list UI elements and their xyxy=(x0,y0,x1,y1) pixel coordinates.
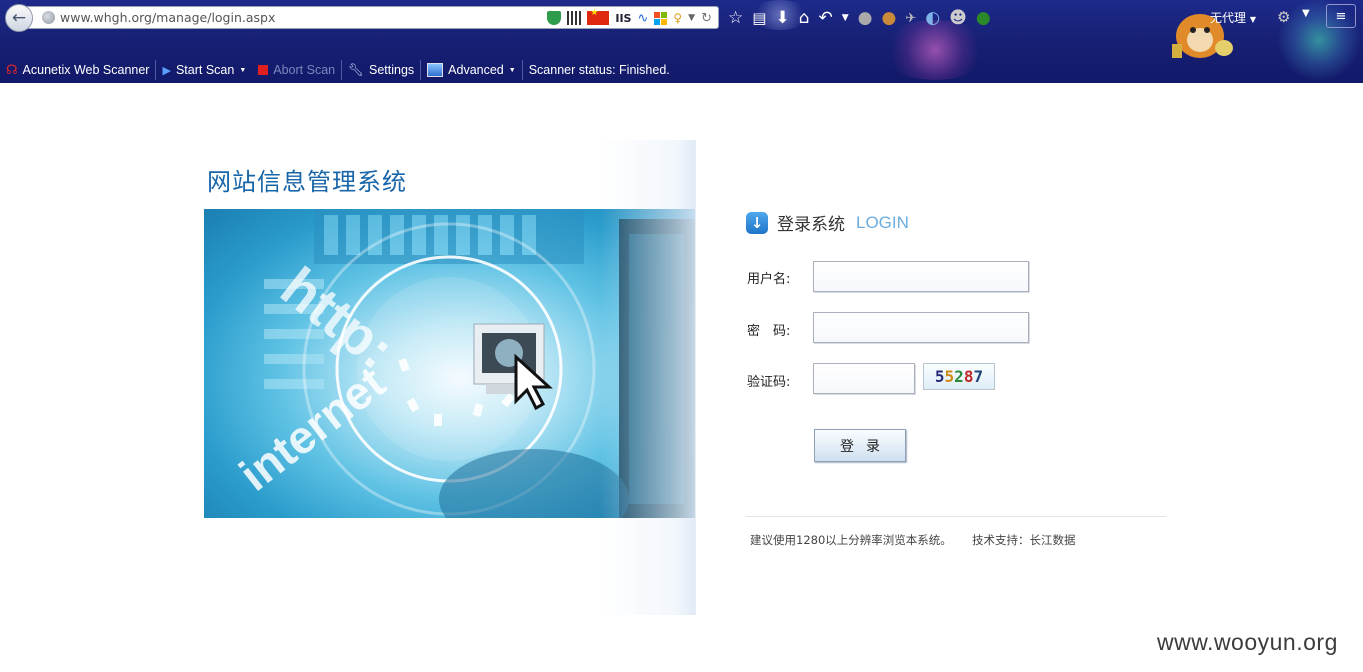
login-button[interactable]: 登录 xyxy=(814,429,906,462)
wooyun-watermark: www.wooyun.org xyxy=(1157,629,1338,655)
login-title-en: LOGIN xyxy=(856,212,909,232)
chevron-down-icon: ▼ xyxy=(239,66,247,74)
chevron-down-icon: ▼ xyxy=(508,66,516,74)
advanced-icon xyxy=(427,63,444,77)
globe-switch-icon[interactable]: ◐ xyxy=(925,8,940,28)
play-icon: ▶ xyxy=(162,64,171,77)
captcha-digit: 7 xyxy=(973,367,984,386)
address-text[interactable]: www.whgh.org/manage/login.aspx xyxy=(60,10,275,25)
download-icon[interactable]: ⬇ xyxy=(775,8,789,28)
arrow-down-icon: ↓ xyxy=(746,211,768,234)
login-title: 登录系统 xyxy=(777,215,845,235)
username-label: 用户名: xyxy=(747,272,791,287)
start-scan-button[interactable]: ▶ Start Scan ▼ xyxy=(156,60,252,80)
acunetix-brand[interactable]: ☊ Acunetix Web Scanner xyxy=(0,60,155,80)
cookie-icon[interactable]: ● xyxy=(882,8,897,28)
wrench-icon: 🔧︎ xyxy=(348,62,364,77)
tech-support-note: 技术支持：长江数据 xyxy=(972,533,1076,547)
browser-toolbar: ☆ ▤ ⬇ ⌂ ↶ ▼ ● ● ✈ ◐ ☻ ● xyxy=(728,6,991,30)
iis-server-badge: IIS xyxy=(615,11,632,25)
browser-chrome: ← www.whgh.org/manage/login.aspx IIS ∿ ♀… xyxy=(0,0,1363,83)
undo-icon[interactable]: ↶ xyxy=(818,8,832,28)
scanner-status: Scanner status: Finished. xyxy=(523,60,676,80)
address-field[interactable]: www.whgh.org/manage/login.aspx IIS ∿ ♀ ▼… xyxy=(21,6,719,29)
abort-scan-label: Abort Scan xyxy=(273,63,336,77)
username-input[interactable] xyxy=(813,261,1029,292)
settings-button[interactable]: 🔧︎ Settings xyxy=(342,60,420,80)
captcha-digit: 5 xyxy=(934,367,945,386)
footer-divider xyxy=(746,516,1166,517)
url-bar: ← www.whgh.org/manage/login.aspx IIS ∿ ♀… xyxy=(5,4,719,32)
captcha-digit: 5 xyxy=(944,367,955,386)
panel-divider xyxy=(695,140,696,615)
green-ball-icon[interactable]: ● xyxy=(976,8,991,28)
shield-icon[interactable] xyxy=(547,11,562,25)
password-input[interactable] xyxy=(813,312,1029,343)
settings-label: Settings xyxy=(368,63,415,77)
gear-icon[interactable]: ⚙ xyxy=(1277,8,1290,26)
page-title: 网站信息管理系统 xyxy=(207,168,407,196)
extension-icon[interactable]: ● xyxy=(858,8,873,28)
dropdown-icon[interactable]: ▼ xyxy=(842,13,849,23)
menu-icon[interactable]: ▼ xyxy=(1302,8,1310,19)
dropdown-arrow-icon[interactable]: ▼ xyxy=(688,13,695,23)
captcha-label: 验证码: xyxy=(747,375,791,390)
stop-icon xyxy=(258,65,269,75)
windows-logo-icon xyxy=(654,11,668,25)
qr-code-icon[interactable] xyxy=(567,11,582,25)
wave-icon: ∿ xyxy=(637,10,649,26)
captcha-digit: 8 xyxy=(963,367,974,386)
start-scan-label: Start Scan xyxy=(175,63,235,77)
reload-icon[interactable]: ↻ xyxy=(701,11,712,26)
captcha-image[interactable]: 5 5 2 8 7 xyxy=(923,363,995,390)
back-button[interactable]: ← xyxy=(5,4,33,32)
scanner-status-text: Scanner status: Finished. xyxy=(528,63,670,77)
panel-divider-shade xyxy=(600,140,696,615)
resolution-note: 建议使用1280以上分辨率浏览本系统。 xyxy=(750,533,952,547)
acunetix-logo-icon: ☊ xyxy=(6,62,18,77)
china-flag-icon xyxy=(587,8,610,25)
home-icon[interactable]: ⌂ xyxy=(799,8,810,28)
star-icon[interactable]: ☆ xyxy=(728,8,743,28)
login-header: ↓ 登录系统 LOGIN xyxy=(746,210,909,235)
abort-scan-button[interactable]: Abort Scan xyxy=(252,60,341,80)
chevron-down-icon: ▼ xyxy=(1249,15,1256,24)
acunetix-toolbar: ☊ Acunetix Web Scanner ▶ Start Scan ▼ Ab… xyxy=(0,57,700,83)
addon-icon[interactable]: ✈ xyxy=(905,11,916,26)
minimize-button[interactable]: ≡ xyxy=(1326,4,1356,28)
acunetix-label: Acunetix Web Scanner xyxy=(22,63,150,77)
proxy-switch[interactable]: 无代理 ▼ xyxy=(1210,9,1256,26)
advanced-button[interactable]: Advanced ▼ xyxy=(421,60,522,80)
reader-icon[interactable]: ▤ xyxy=(752,9,766,27)
captcha-input[interactable] xyxy=(813,363,915,394)
advanced-label: Advanced xyxy=(448,63,504,77)
address-bar-icons: IIS ∿ ♀ ▼ ↻ xyxy=(547,8,712,26)
proxy-label: 无代理 xyxy=(1210,11,1247,25)
back-arrow-icon: ← xyxy=(11,8,27,28)
skull-icon[interactable]: ☻ xyxy=(949,8,967,28)
password-label: 密 码: xyxy=(747,324,791,339)
lightbulb-icon: ♀ xyxy=(673,11,683,25)
hamburger-icon: ≡ xyxy=(1335,8,1347,24)
captcha-digit: 2 xyxy=(954,367,964,386)
site-globe-icon xyxy=(42,11,55,24)
